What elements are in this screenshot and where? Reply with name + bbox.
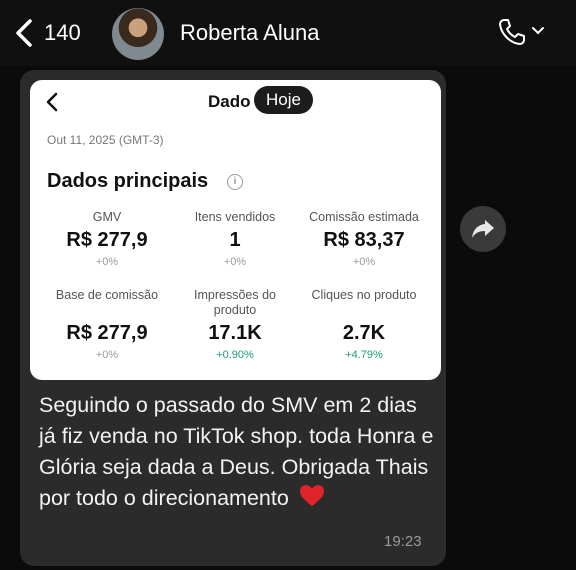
metric-label: Base de comissão bbox=[55, 288, 159, 302]
date-pill: Hoje bbox=[254, 86, 313, 114]
message-text-container: Seguindo o passado do SMV em 2 dias já f… bbox=[39, 390, 439, 514]
metric-delta: +0% bbox=[352, 256, 376, 268]
avatar[interactable] bbox=[112, 8, 164, 60]
metric-value: 2.7K bbox=[342, 322, 386, 344]
heart-icon bbox=[299, 485, 324, 506]
phone-icon[interactable] bbox=[497, 17, 527, 47]
back-chevron-icon[interactable] bbox=[10, 16, 40, 50]
metric-value: R$ 277,9 bbox=[66, 322, 148, 344]
forward-arrow-icon bbox=[472, 220, 494, 238]
metric-estimated-commission: Comissão estimada R$ 83,37 +0% bbox=[301, 210, 427, 268]
screenshot-title: Dado bbox=[208, 92, 251, 111]
metric-label: Cliques no produto bbox=[311, 288, 417, 302]
metric-delta: +4.79% bbox=[345, 349, 383, 361]
unread-count[interactable]: 140 bbox=[44, 20, 81, 46]
metric-delta: +0.90% bbox=[216, 349, 254, 361]
metric-value: R$ 83,37 bbox=[323, 229, 405, 251]
forward-button[interactable] bbox=[460, 206, 506, 252]
metric-label: Itens vendidos bbox=[194, 210, 276, 224]
metric-product-impressions: Impressões do produto 17.1K +0.90% bbox=[172, 288, 298, 361]
message-timestamp: 19:23 bbox=[384, 533, 422, 550]
metric-value: 1 bbox=[229, 229, 241, 251]
attached-screenshot[interactable]: Dado Hoje Out 11, 2025 (GMT-3) Dados pri… bbox=[30, 80, 441, 380]
back-arrow-icon bbox=[46, 92, 58, 112]
metric-items-sold: Itens vendidos 1 +0% bbox=[172, 210, 298, 268]
report-date: Out 11, 2025 (GMT-3) bbox=[47, 133, 164, 147]
metric-delta: +0% bbox=[223, 256, 247, 268]
contact-name[interactable]: Roberta Aluna bbox=[180, 20, 319, 46]
metric-label: Impressões do produto bbox=[194, 288, 276, 317]
metric-gmv: GMV R$ 277,9 +0% bbox=[44, 210, 170, 268]
metric-value: R$ 277,9 bbox=[66, 229, 148, 251]
message-text: Seguindo o passado do SMV em 2 dias já f… bbox=[39, 393, 434, 510]
metric-delta: +0% bbox=[95, 349, 119, 361]
metric-commission-base: Base de comissão R$ 277,9 +0% bbox=[44, 288, 170, 361]
metric-label: Comissão estimada bbox=[309, 210, 419, 224]
metric-value: 17.1K bbox=[208, 322, 262, 344]
metric-label: GMV bbox=[92, 210, 122, 224]
chat-header: 140 Roberta Aluna bbox=[0, 0, 576, 66]
section-title: Dados principais bbox=[47, 170, 209, 192]
metric-delta: +0% bbox=[95, 256, 119, 268]
info-icon: i bbox=[227, 174, 243, 190]
metric-product-clicks: Cliques no produto 2.7K +4.79% bbox=[301, 288, 427, 361]
chevron-down-icon[interactable] bbox=[530, 23, 546, 39]
